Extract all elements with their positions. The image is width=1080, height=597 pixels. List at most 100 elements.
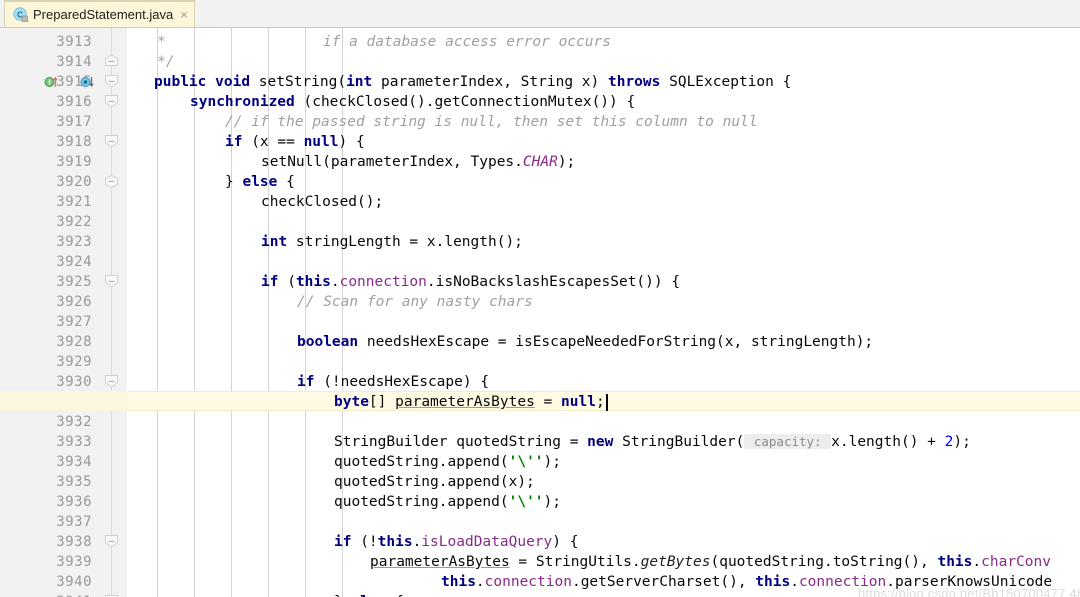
code-folding-column[interactable]	[100, 28, 127, 597]
fold-marker-fold-start[interactable]	[104, 274, 119, 289]
fold-marker-fold-end[interactable]	[104, 54, 119, 69]
code-token: );	[953, 434, 971, 450]
line-number: 3917	[56, 114, 92, 130]
code-token: quotedString.append(	[334, 454, 509, 470]
code-token: *	[157, 34, 166, 50]
line-number: 3928	[56, 334, 92, 350]
code-token: = StringUtils.	[509, 554, 641, 570]
code-line: synchronized (checkClosed().getConnectio…	[190, 92, 635, 112]
fold-marker-fold-start[interactable]	[104, 374, 119, 389]
line-number: 3919	[56, 154, 92, 170]
code-token: this	[295, 274, 331, 290]
code-token: new	[587, 434, 614, 450]
tab-label: PreparedStatement.java	[33, 6, 174, 22]
code-token: (!	[351, 534, 378, 550]
code-line: if (this.connection.isNoBackslashEscapes…	[261, 272, 680, 292]
code-token: );	[543, 494, 561, 510]
text-caret	[606, 394, 609, 411]
line-number: 3935	[56, 474, 92, 490]
code-token: {	[277, 174, 295, 190]
code-line: public void setString(int parameterIndex…	[154, 72, 791, 92]
code-line: int stringLength = x.length();	[261, 232, 523, 252]
code-line: if (!needsHexEscape) {	[297, 372, 489, 392]
code-token: null	[303, 134, 339, 150]
code-token: void	[215, 74, 251, 90]
line-number: 3921	[56, 194, 92, 210]
code-token: if	[261, 274, 279, 290]
code-line: if (!this.isLoadDataQuery) {	[334, 532, 578, 552]
code-token: (	[278, 274, 296, 290]
code-token: null	[561, 394, 596, 410]
code-token: (quotedString.toString(),	[710, 554, 938, 570]
fold-marker-fold-start[interactable]	[104, 94, 119, 109]
code-token: ;	[595, 394, 605, 410]
close-icon[interactable]: ×	[180, 8, 188, 21]
line-number: 3924	[56, 254, 92, 270]
code-line: quotedString.append(x);	[334, 472, 535, 492]
code-token: setNull(parameterIndex, Types.	[261, 154, 523, 170]
code-token: x.length() +	[831, 434, 945, 450]
fold-marker-fold-start[interactable]	[104, 134, 119, 149]
line-number: 3922	[56, 214, 92, 230]
code-editor[interactable]: 3913 3914 3915 3916 3917 3918 3919 3920 3921 3922…	[0, 28, 1080, 597]
code-token: if a database access error occurs	[322, 34, 611, 50]
code-token: =	[534, 394, 562, 410]
code-token: parameterAsBytes	[370, 554, 510, 570]
code-token: getBytes	[640, 554, 711, 570]
implementing-method-icon[interactable]	[44, 74, 58, 88]
line-number: 3923	[56, 234, 92, 250]
code-text-area[interactable]: * if a database access error occurs */ pub…	[128, 28, 1080, 597]
line-number: 3938	[56, 534, 92, 550]
code-token: parameterAsBytes	[395, 394, 535, 410]
code-token: );	[557, 154, 576, 170]
code-token: if	[225, 134, 243, 150]
line-number: 3937	[56, 514, 92, 530]
fold-marker-fold-both[interactable]	[104, 174, 119, 189]
tab-prepared-statement-java[interactable]: C PreparedStatement.java ×	[4, 0, 195, 27]
code-token: int	[346, 74, 373, 90]
code-token: CHAR	[522, 154, 558, 170]
indent-guide-1	[194, 28, 195, 597]
code-line: } else {	[225, 172, 295, 192]
line-number: 3914	[56, 54, 92, 70]
code-token: boolean	[297, 334, 359, 350]
code-token: setString(	[250, 74, 347, 90]
editor-gutter[interactable]: 3913 3914 3915 3916 3917 3918 3919 3920 3921 3922…	[0, 28, 100, 597]
fold-guide-line	[111, 28, 112, 597]
line-number: 3929	[56, 354, 92, 370]
code-token: .getServerCharset(),	[571, 574, 756, 590]
code-token: .isNoBackslashEscapesSet()) {	[426, 274, 681, 290]
code-line: // if the passed string is null, then se…	[225, 112, 758, 132]
code-token: // Scan for any nasty chars	[297, 294, 533, 310]
line-number: 3926	[56, 294, 92, 310]
line-number: 3930	[56, 374, 92, 390]
overriding-method-icon[interactable]	[80, 74, 94, 88]
code-line: byte[] parameterAsBytes = null;	[334, 392, 605, 412]
code-token: */	[157, 54, 175, 70]
code-token: connection	[339, 274, 427, 290]
line-number: 3940	[56, 574, 92, 590]
code-token: parameterIndex, String x)	[372, 74, 608, 90]
code-token: throws	[607, 74, 661, 90]
code-line: // Scan for any nasty chars	[297, 292, 533, 312]
code-token: this	[441, 574, 476, 590]
caret-row-gutter-highlight	[0, 391, 128, 411]
code-token: this	[377, 534, 413, 550]
line-number: 3918	[56, 134, 92, 150]
code-line: boolean needsHexEscape = isEscapeNeededF…	[297, 332, 873, 352]
code-token: connection	[484, 574, 572, 590]
fold-marker-fold-start[interactable]	[104, 534, 119, 549]
java-class-icon: C	[13, 6, 29, 23]
code-token: '\''	[508, 494, 544, 510]
code-line: } else {	[334, 592, 404, 597]
code-token: );	[543, 454, 561, 470]
code-token: this	[755, 574, 791, 590]
line-number: 3932	[56, 414, 92, 430]
code-token: public	[154, 74, 207, 90]
code-line: StringBuilder quotedString = new StringB…	[334, 432, 971, 452]
fold-marker-fold-start[interactable]	[104, 74, 119, 89]
code-token: checkClosed();	[261, 194, 384, 210]
code-token: int	[261, 234, 288, 250]
code-token: ) {	[552, 534, 579, 550]
indent-guide-0	[157, 28, 158, 597]
